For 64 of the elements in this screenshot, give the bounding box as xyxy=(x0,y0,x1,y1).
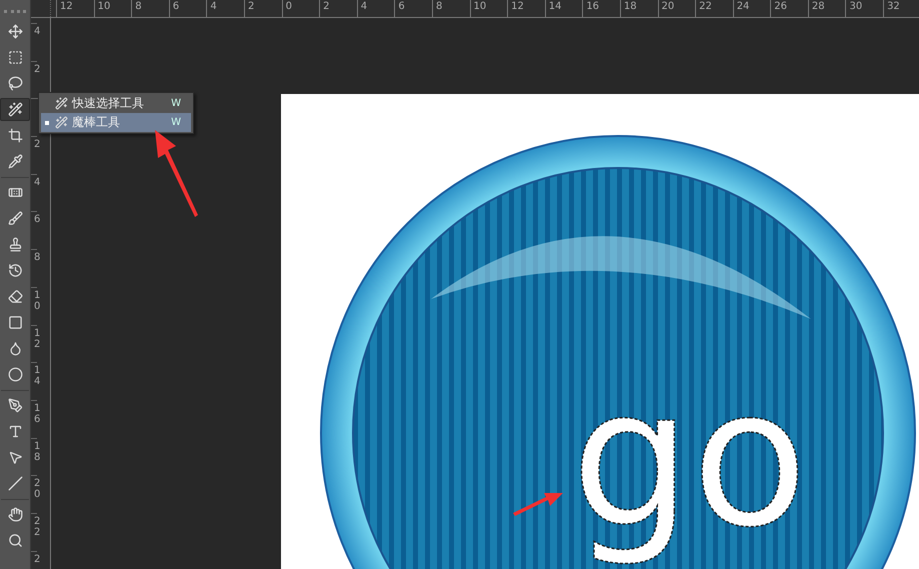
dashed-rectangle-icon xyxy=(8,50,22,65)
ruler-label: 22 xyxy=(31,512,38,551)
ruler-label: 28 xyxy=(808,0,846,17)
ruler-label: 8 xyxy=(31,249,38,287)
ruler-label: 20 xyxy=(658,0,696,17)
line-icon xyxy=(8,476,22,491)
ruler-label: 2 xyxy=(244,0,282,17)
menu-item[interactable]: 快速选择工具 W xyxy=(41,94,191,113)
tool-button[interactable] xyxy=(0,98,30,121)
ruler-label: 24 xyxy=(732,0,770,17)
ruler-label: 4 xyxy=(31,174,38,212)
ruler-label: 2 xyxy=(31,550,38,569)
menu-item[interactable]: 魔棒工具 W xyxy=(41,113,191,132)
ruler-label: 14 xyxy=(544,0,582,17)
ruler-label: 16 xyxy=(582,0,620,17)
pen-icon xyxy=(8,398,22,413)
stamp-icon xyxy=(8,237,22,252)
eraser-icon xyxy=(8,289,22,304)
annotation-arrow xyxy=(513,493,563,516)
ruler-label: 12 xyxy=(56,0,94,17)
ruler-label: 16 xyxy=(31,400,38,438)
ruler-label: 0 xyxy=(282,0,320,17)
move-icon xyxy=(8,24,22,39)
ruler-label: 6 xyxy=(168,0,206,17)
ruler-label: 2 xyxy=(31,60,38,98)
ruler-label: 30 xyxy=(845,0,884,17)
bandage-icon xyxy=(8,185,22,200)
wand-icon xyxy=(55,97,68,110)
hand-icon xyxy=(8,507,22,522)
ruler-label: 10 xyxy=(31,286,38,324)
lasso-icon xyxy=(8,76,22,91)
ruler-label: 4 xyxy=(206,0,244,17)
ruler-label: 10 xyxy=(94,0,132,17)
ruler-label: 22 xyxy=(695,0,733,17)
ruler-label: 18 xyxy=(31,438,38,476)
ruler-label: 4 xyxy=(356,0,394,17)
ruler-label: 6 xyxy=(394,0,432,17)
ruler-label: 4 xyxy=(31,23,38,61)
ruler-label: 26 xyxy=(770,0,808,17)
type-icon xyxy=(8,424,22,439)
zoom-icon xyxy=(8,533,22,548)
ruler-label: 2 xyxy=(319,0,357,17)
eyedropper-icon xyxy=(8,154,22,169)
shortcut-key: W xyxy=(171,98,181,109)
menu-item-label: 快速选择工具 xyxy=(72,95,145,112)
ruler-label: 10 xyxy=(470,0,508,17)
crop-icon xyxy=(8,128,22,143)
droplet-icon xyxy=(8,341,22,356)
wand-icon xyxy=(55,116,68,129)
ruler-label: 8 xyxy=(432,0,470,17)
ruler-label: 8 xyxy=(131,0,169,17)
ruler-label: 12 xyxy=(31,324,38,362)
shortcut-key: W xyxy=(171,117,181,128)
ruler-label: 14 xyxy=(31,362,38,400)
ruler-label: 20 xyxy=(31,475,38,513)
ruler-label: 18 xyxy=(620,0,658,17)
ruler-label: 32 xyxy=(883,0,919,17)
ruler-label: 6 xyxy=(31,211,38,250)
ruler-label: 2 xyxy=(31,136,38,174)
magic-wand-icon xyxy=(8,102,22,117)
brush-icon xyxy=(8,211,22,226)
menu-item-label: 魔棒工具 xyxy=(72,114,121,131)
ruler-label: 12 xyxy=(507,0,545,17)
arrow-pointer-icon xyxy=(8,450,22,465)
